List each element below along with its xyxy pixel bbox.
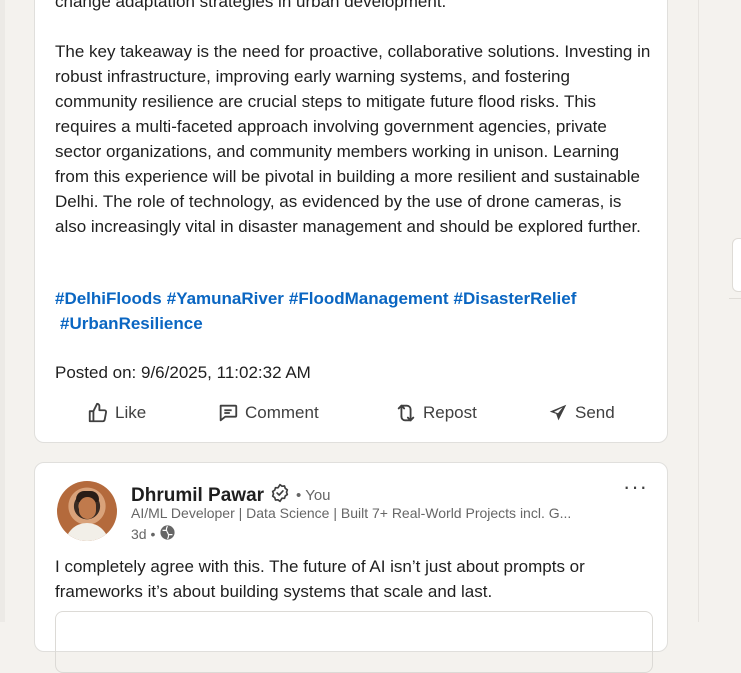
comment-text: I completely agree with this. The future… xyxy=(55,557,585,601)
avatar[interactable] xyxy=(57,481,117,541)
you-label: • You xyxy=(296,487,331,504)
send-button[interactable]: Send xyxy=(547,393,615,433)
send-label: Send xyxy=(575,403,615,422)
hashtag-urbanresilience[interactable]: #UrbanResilience xyxy=(60,314,203,333)
hashtag-floodmanagement[interactable]: #FloodManagement xyxy=(289,289,449,308)
comment-icon xyxy=(217,402,239,424)
comment-time: 3d • xyxy=(131,526,156,542)
thumbs-up-icon xyxy=(87,402,109,424)
hashtags: #DelhiFloods #YamunaRiver #FloodManagement… xyxy=(55,286,655,336)
post-body: change adaptation strategies in urban de… xyxy=(55,0,655,239)
comment-card: Dhrumil Pawar • You AI/ML Developer | Da… xyxy=(34,462,668,673)
globe-icon xyxy=(159,524,176,544)
hashtag-disasterrelief[interactable]: #DisasterRelief xyxy=(454,289,577,308)
right-rail-divider xyxy=(729,298,741,299)
right-rail-card xyxy=(732,238,741,292)
action-bar: Like Comment Repost Send xyxy=(35,393,669,433)
repost-button[interactable]: Repost xyxy=(395,393,477,433)
repost-icon xyxy=(395,402,417,424)
more-options-icon[interactable]: ··· xyxy=(623,476,648,498)
repost-label: Repost xyxy=(423,403,477,422)
comment-label: Comment xyxy=(245,403,319,422)
right-rail xyxy=(698,0,741,622)
comment-author-name[interactable]: Dhrumil Pawar xyxy=(131,485,264,507)
quoted-post-preview[interactable] xyxy=(55,611,653,673)
post-clipped-line: change adaptation strategies in urban de… xyxy=(55,0,447,11)
comment-button[interactable]: Comment xyxy=(217,393,319,433)
like-button[interactable]: Like xyxy=(87,393,146,433)
post-card: change adaptation strategies in urban de… xyxy=(34,0,668,443)
like-label: Like xyxy=(115,403,147,422)
hashtag-yamunariver[interactable]: #YamunaRiver xyxy=(167,289,284,308)
comment-author-headline: AI/ML Developer | Data Science | Built 7… xyxy=(131,505,572,521)
page-edge xyxy=(0,0,5,622)
post-paragraph: The key takeaway is the need for proacti… xyxy=(55,42,651,236)
posted-on: Posted on: 9/6/2025, 11:02:32 AM xyxy=(55,363,311,382)
comment-meta: 3d • xyxy=(131,524,176,544)
send-icon xyxy=(547,402,569,424)
hashtag-delhifloods[interactable]: #DelhiFloods xyxy=(55,289,162,308)
